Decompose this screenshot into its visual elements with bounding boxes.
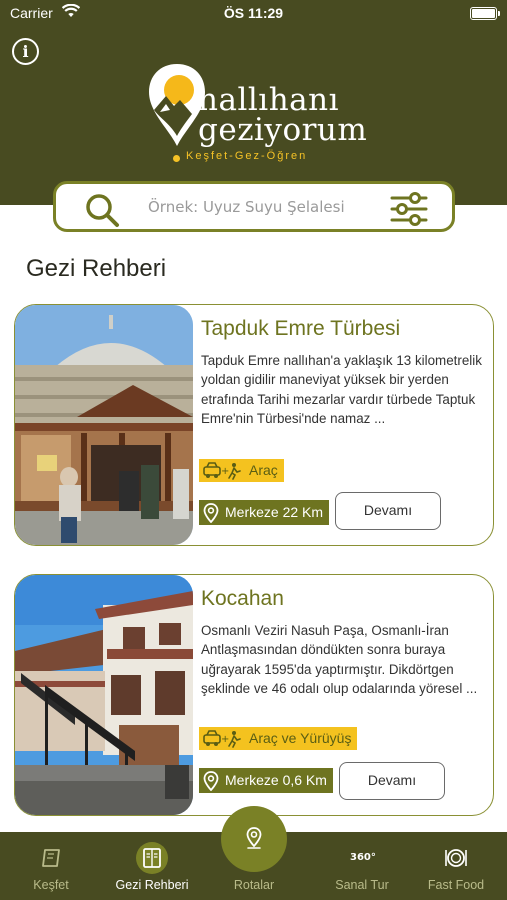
nav-item-kesfet[interactable]: Keşfet [6,832,96,900]
nav-label: Sanal Tur [335,878,389,892]
status-bar: Carrier ÖS 11:29 [0,0,507,28]
search-input[interactable] [148,196,378,218]
location-pin-icon [203,770,219,791]
guide-card[interactable]: Tapduk Emre Türbesi Tapduk Emre nallıhan… [14,304,494,546]
distance-badge: Merkeze 0,6 Km [199,768,333,793]
nav-item-rotalar[interactable] [221,806,287,872]
map-icon [42,849,60,867]
car-walk-icon: + [203,729,241,748]
nav-item-fast-food[interactable]: Fast Food [411,832,501,900]
360-icon: 360° [350,852,376,863]
transport-badge: + Araç ve Yürüyüş [199,727,358,750]
svg-text:+: + [221,466,229,477]
logo-tagline: Keşfet-Gez-Öğren [186,150,308,162]
card-description: Tapduk Emre nallıhan'a yaklaşık 13 kilom… [201,353,482,427]
distance-label: Merkeze 22 Km [225,504,324,520]
svg-text:+: + [221,734,229,745]
more-button[interactable]: Devamı [335,492,441,530]
guide-book-icon [143,848,161,868]
nav-label: Fast Food [427,878,485,892]
battery-icon [470,7,500,20]
search-icon[interactable] [84,192,120,228]
section-title: Gezi Rehberi [26,255,167,282]
location-pin-icon [203,502,219,523]
transport-label: Araç [249,462,278,478]
guide-card[interactable]: Kocahan Osmanlı Veziri Nasuh Paşa, Osman… [14,574,494,816]
car-walk-icon: + [203,461,241,480]
route-pin-icon [246,827,262,849]
plate-icon [445,849,467,867]
distance-badge: Merkeze 22 Km [199,500,330,525]
nav-label: Gezi Rehberi [115,878,189,892]
search-bar[interactable] [53,181,455,232]
card-photo [15,305,193,545]
nav-label: Keşfet [33,878,69,892]
transport-label: Araç ve Yürüyüş [249,730,352,746]
card-title: Kocahan [201,587,284,610]
app-logo: nallıhanı geziyorum Keşfet-Gez-Öğren [140,58,370,170]
logo-dot [173,155,180,162]
header: Carrier ÖS 11:29 i nallıhanı geziyorum K… [0,0,507,205]
nav-item-gezi-rehberi[interactable]: Gezi Rehberi [107,832,197,900]
card-description: Osmanlı Veziri Nasuh Paşa, Osmanlı-İran … [201,623,478,697]
more-button[interactable]: Devamı [339,762,445,800]
transport-badge: + Araç [199,459,284,482]
distance-label: Merkeze 0,6 Km [225,772,327,788]
logo-title-line2: geziyorum [198,112,368,148]
card-title: Tapduk Emre Türbesi [201,317,401,340]
nav-label: Rotalar [233,878,275,892]
nav-item-sanal-tur[interactable]: 360° Sanal Tur [317,832,407,900]
clock: ÖS 11:29 [223,5,284,21]
filter-icon[interactable] [389,191,429,227]
info-icon[interactable]: i [12,38,39,65]
card-photo [15,575,193,815]
